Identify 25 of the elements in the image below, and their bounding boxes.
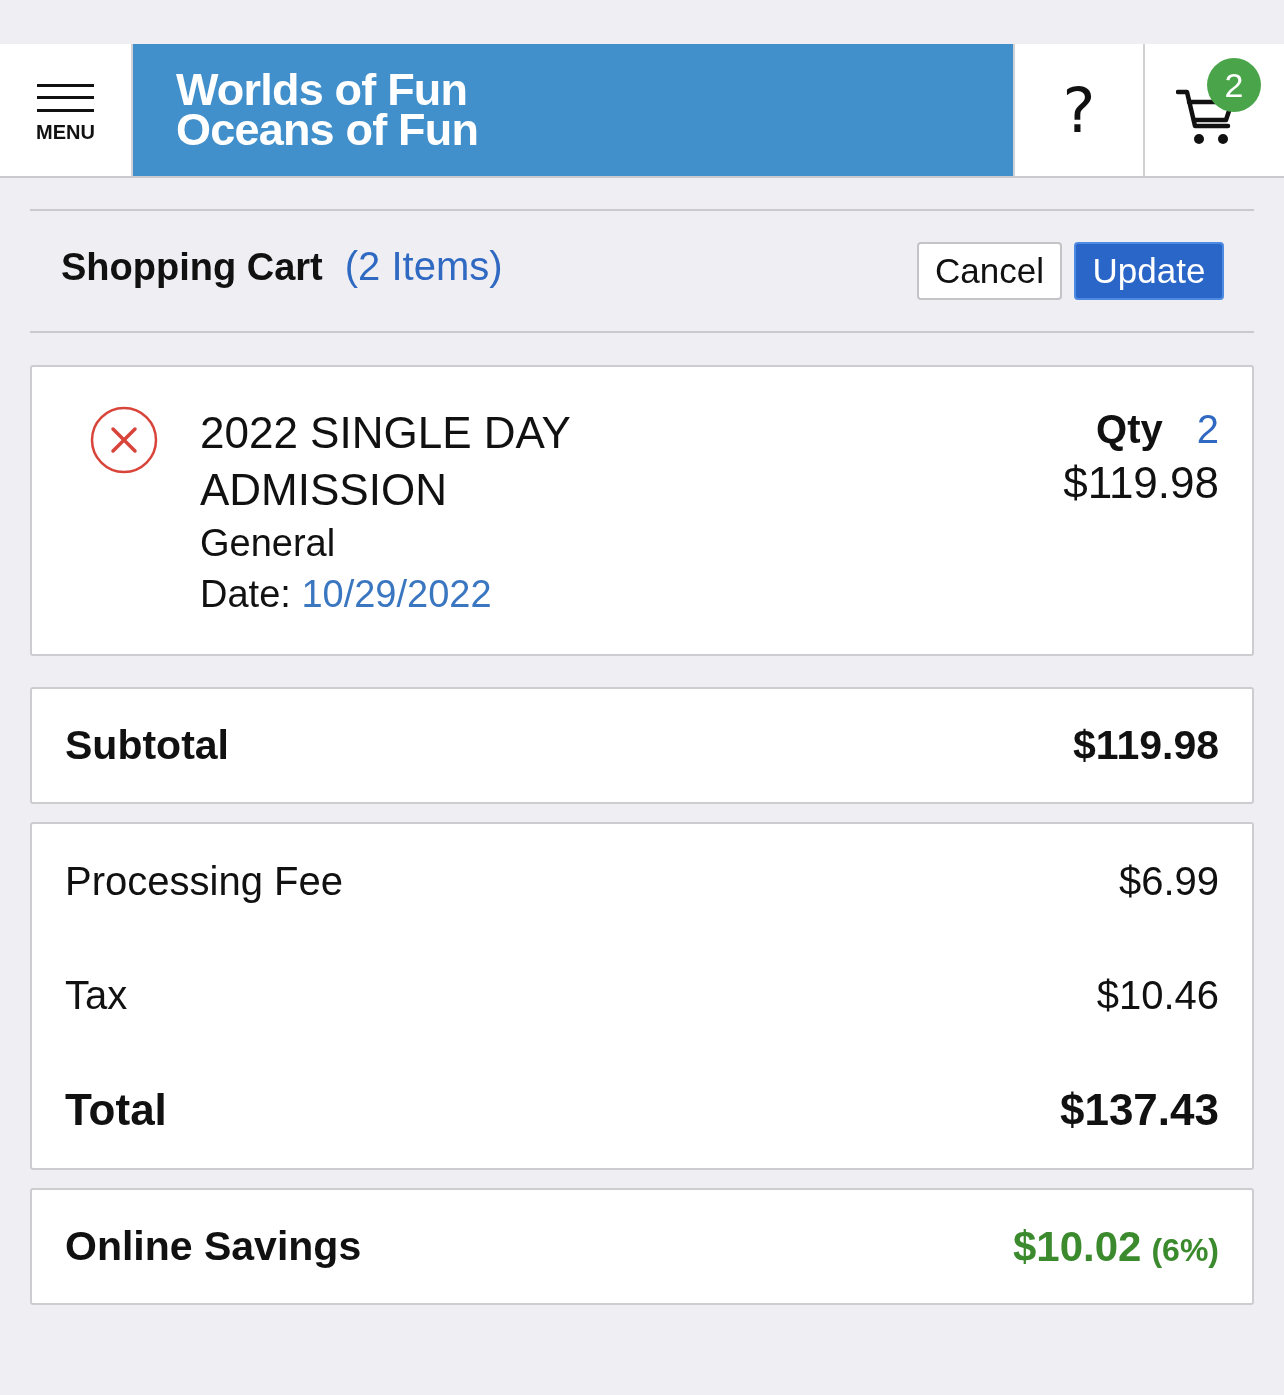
subtotal-amount: $119.98 bbox=[1073, 722, 1219, 769]
item-name: 2022 SINGLE DAY ADMISSION bbox=[200, 407, 572, 516]
item-price: $119.98 bbox=[1063, 457, 1219, 509]
remove-icon[interactable] bbox=[90, 406, 158, 474]
fee-amount: $10.46 bbox=[1096, 972, 1219, 1018]
qty-label: Qty bbox=[1096, 406, 1163, 453]
subtotal-label: Subtotal bbox=[65, 722, 229, 769]
fee-label: Tax bbox=[65, 972, 128, 1018]
fee-label: Processing Fee bbox=[65, 858, 343, 904]
savings-percent: (6%) bbox=[1151, 1231, 1219, 1269]
item-date: Date: 10/29/2022 bbox=[200, 572, 492, 617]
item-count: (2 Items) bbox=[344, 243, 503, 289]
fee-amount: $6.99 bbox=[1118, 858, 1219, 904]
total-amount: $137.43 bbox=[1059, 1085, 1219, 1135]
cart-title: Shopping Cart bbox=[61, 245, 323, 289]
menu-icon bbox=[37, 84, 94, 112]
qty-value: 2 bbox=[1196, 406, 1219, 453]
cancel-button[interactable]: Cancel bbox=[917, 242, 1062, 300]
item-variant: General bbox=[200, 521, 336, 566]
update-button[interactable]: Update bbox=[1074, 242, 1224, 300]
savings-label: Online Savings bbox=[65, 1223, 362, 1270]
savings-amount: $10.02 bbox=[1012, 1222, 1142, 1271]
help-button[interactable]: ? bbox=[1013, 44, 1145, 176]
total-label: Total bbox=[65, 1085, 167, 1135]
cart-count-badge: 2 bbox=[1207, 58, 1261, 112]
